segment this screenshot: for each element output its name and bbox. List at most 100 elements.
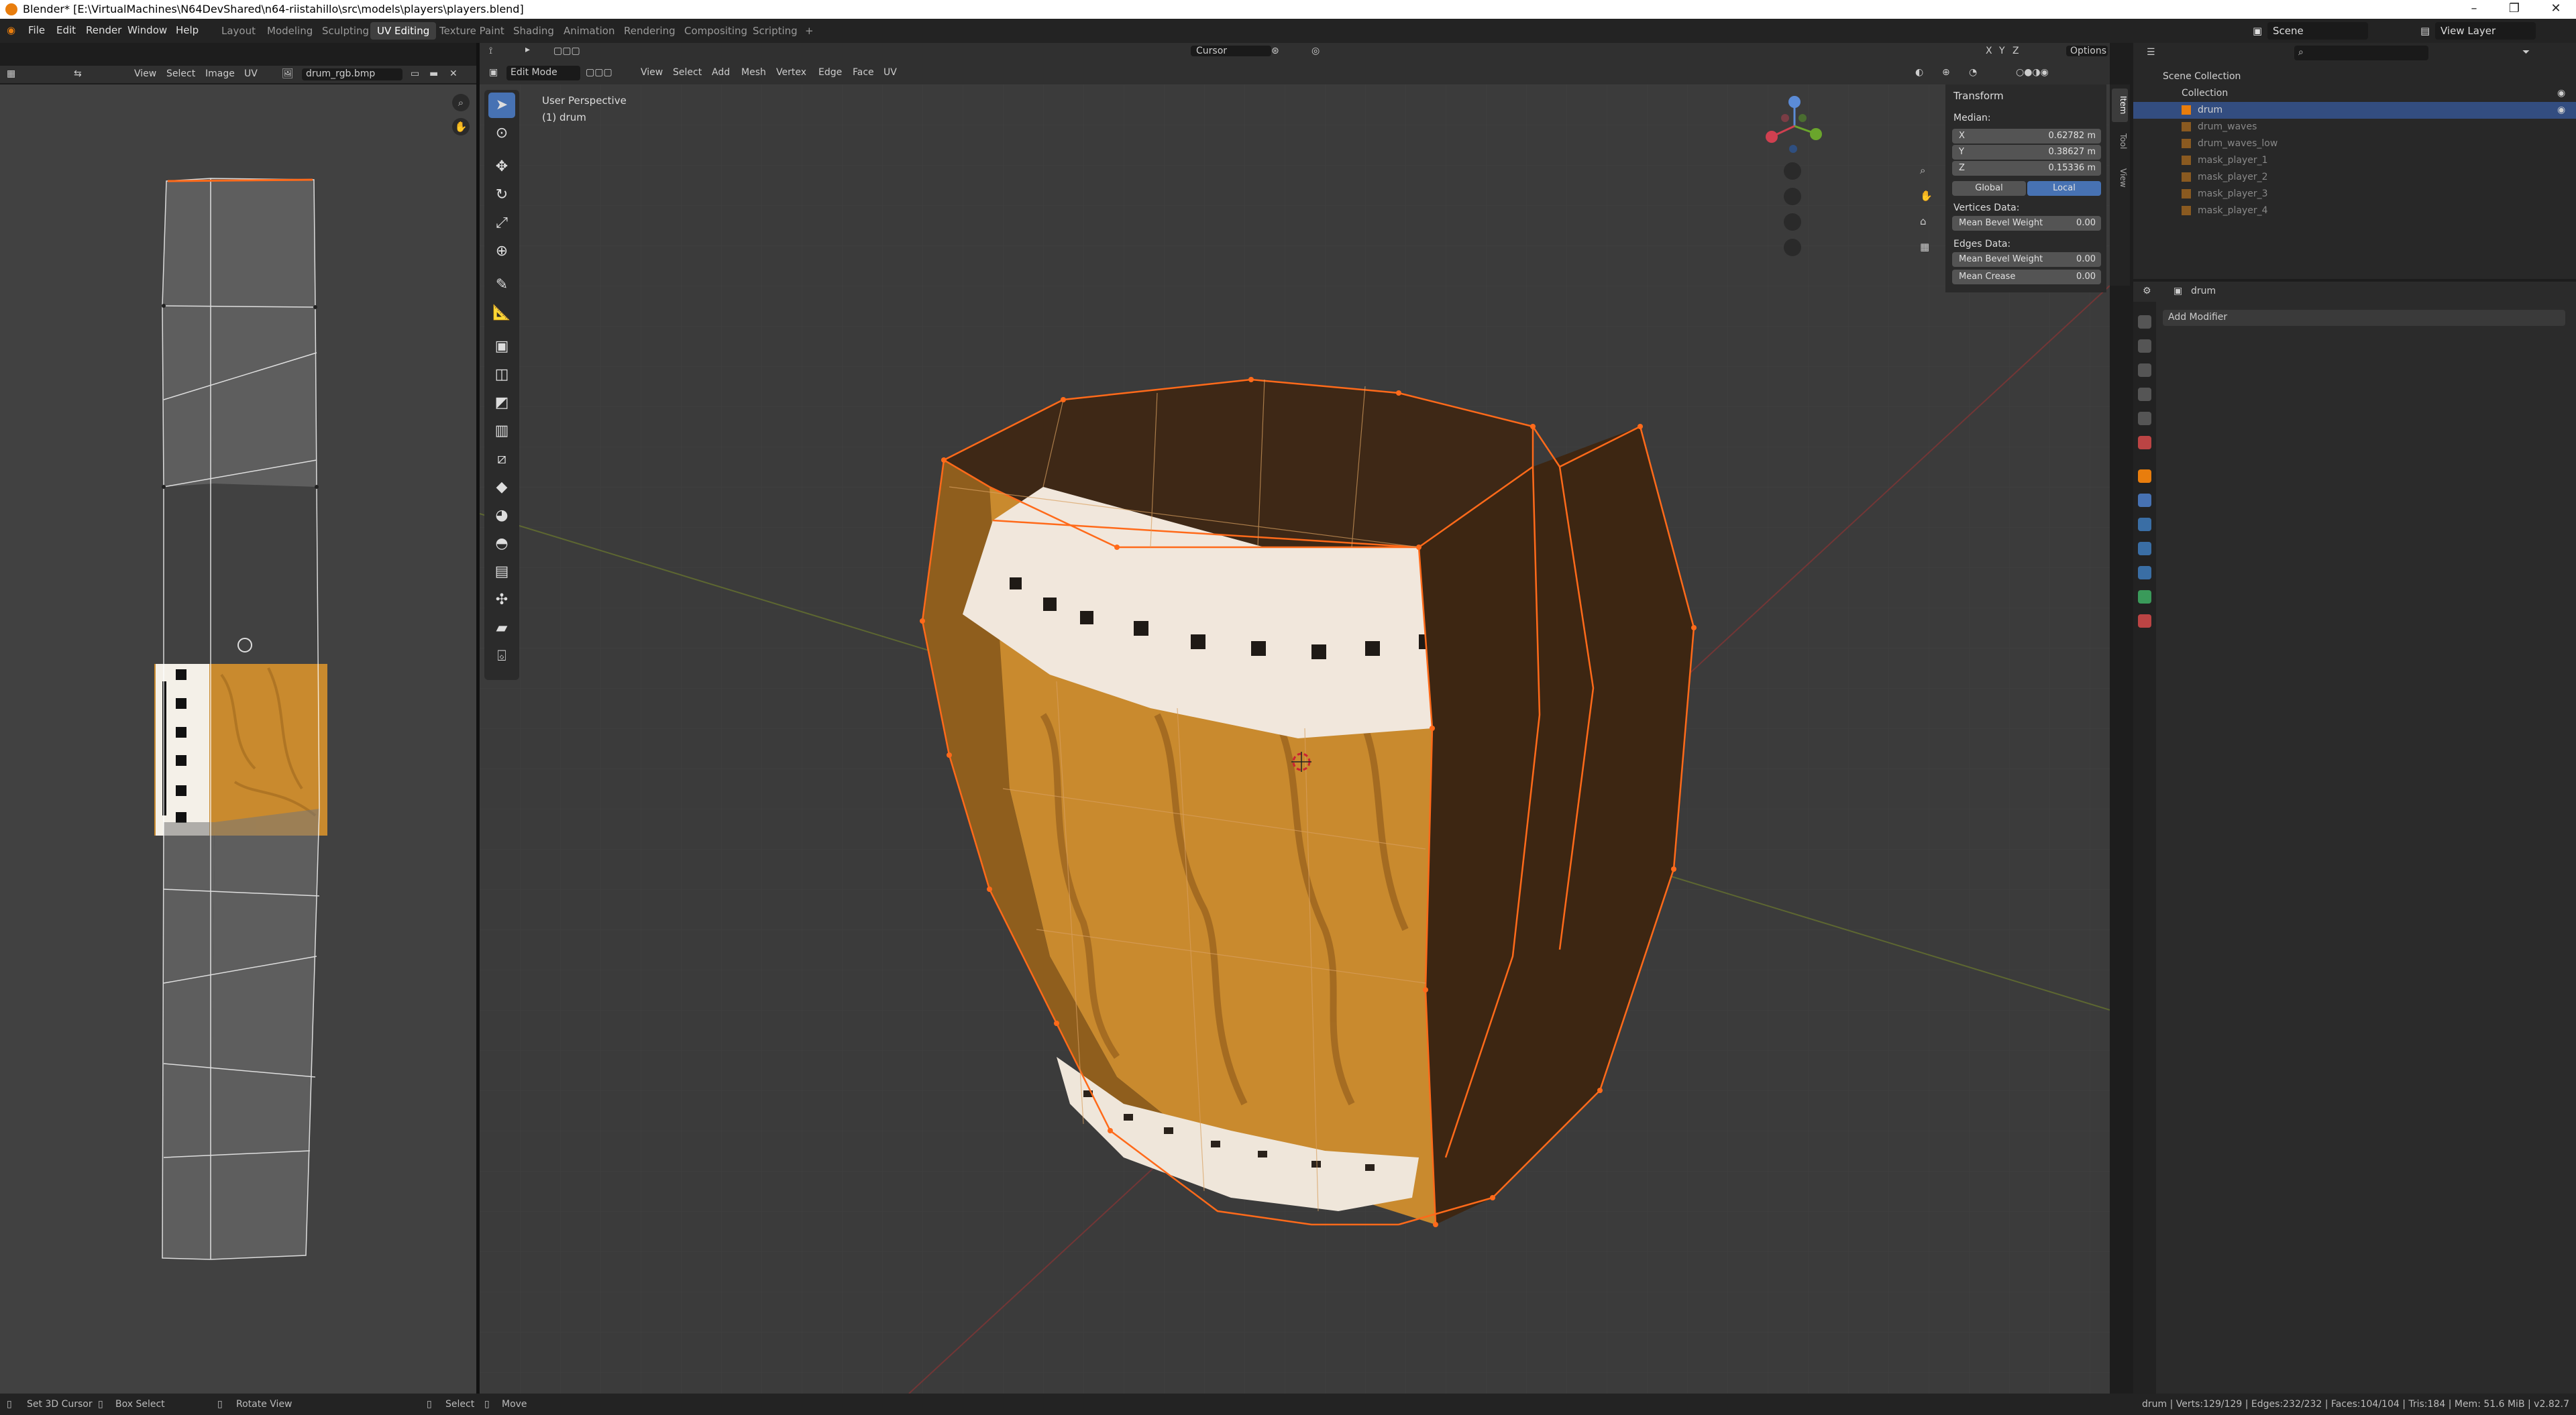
outliner-editor-icon[interactable]: ☰ xyxy=(2147,47,2155,58)
add-workspace-button[interactable]: + xyxy=(798,22,820,40)
select-box-tool-icon[interactable]: ➤ xyxy=(488,93,515,118)
mean-bevel-weight-vertex-field[interactable]: Mean Bevel Weight 0.00 xyxy=(1952,216,2101,231)
tab-sculpting[interactable]: Sculpting xyxy=(315,22,376,40)
tab-modeling[interactable]: Modeling xyxy=(260,22,319,40)
view-layer-tab-icon[interactable] xyxy=(2138,388,2151,401)
object-tab-icon[interactable] xyxy=(2138,469,2151,483)
ortho-toggle-icon[interactable]: ▦ xyxy=(1920,241,1929,253)
pan-hand-icon[interactable]: ✋ xyxy=(1920,190,1933,202)
options-dropdown[interactable]: Options xyxy=(2066,46,2108,56)
axis-x[interactable]: X xyxy=(1986,46,1992,56)
scene-selector[interactable]: Scene xyxy=(2267,22,2368,40)
shading-modes-icon[interactable]: ○●◑◉ xyxy=(2016,67,2049,78)
tab-layout[interactable]: Layout xyxy=(215,22,262,40)
axis-y[interactable]: Y xyxy=(1999,46,2005,56)
zoom-icon[interactable]: ⌕ xyxy=(452,94,470,111)
poly-build-tool-icon[interactable]: ◆ xyxy=(488,475,515,500)
menu-help[interactable]: Help xyxy=(176,24,199,36)
uv-editor-canvas[interactable]: ⌕ ✋ xyxy=(0,84,476,1394)
outliner-item[interactable]: mask_player_2 xyxy=(2133,169,2576,186)
menu-window[interactable]: Window xyxy=(127,24,167,36)
knife-tool-icon[interactable]: ⧄ xyxy=(488,447,515,472)
mesh-select-mode-icon[interactable]: ▢▢▢ xyxy=(586,67,612,78)
local-toggle[interactable]: Local xyxy=(2027,181,2101,196)
select-mode-icon[interactable]: ▢▢▢ xyxy=(553,46,580,56)
tab-texture-paint[interactable]: Texture Paint xyxy=(433,22,511,40)
gizmo-toggle-icon[interactable]: ⊕ xyxy=(1942,67,1950,78)
mean-bevel-weight-edge-field[interactable]: Mean Bevel Weight 0.00 xyxy=(1952,252,2101,267)
2d-cursor-icon[interactable] xyxy=(237,638,252,653)
editor-type-icon[interactable]: ▦ xyxy=(7,68,15,79)
scale-tool-icon[interactable]: ⤢ xyxy=(488,211,515,236)
uv-menu-view[interactable]: View xyxy=(134,68,156,79)
rotate-tool-icon[interactable]: ↻ xyxy=(488,182,515,208)
rip-tool-icon[interactable]: ⌺ xyxy=(488,644,515,669)
menu-edit[interactable]: Edit xyxy=(56,24,76,36)
tab-rendering[interactable]: Rendering xyxy=(617,22,682,40)
median-y-field[interactable]: Y 0.38627 m xyxy=(1952,145,2101,160)
tab-compositing[interactable]: Compositing xyxy=(678,22,754,40)
outliner-scene-collection[interactable]: Scene Collection xyxy=(2133,68,2576,85)
vp-menu-edge[interactable]: Edge xyxy=(818,67,842,78)
transform-tool-icon[interactable]: ⊕ xyxy=(488,239,515,264)
edge-slide-tool-icon[interactable]: ▤ xyxy=(488,559,515,585)
physics-tab-icon[interactable] xyxy=(2138,542,2151,555)
move-tool-icon[interactable]: ✥ xyxy=(488,154,515,180)
open-image-icon[interactable]: ▬ xyxy=(429,68,438,79)
vp-menu-view[interactable]: View xyxy=(641,67,663,78)
zoom-icon[interactable]: ⌕ xyxy=(1920,164,1925,176)
vp-menu-face[interactable]: Face xyxy=(853,67,874,78)
tab-item[interactable]: Item xyxy=(2112,89,2128,122)
restore-icon[interactable]: ❐ xyxy=(2504,1,2524,15)
eye-icon[interactable]: ◉ xyxy=(2557,105,2565,115)
proportional-icon[interactable]: ◎ xyxy=(1311,46,1320,56)
output-tab-icon[interactable] xyxy=(2138,363,2151,377)
uv-sync-icon[interactable]: ⇆ xyxy=(74,68,82,79)
render-tab-icon[interactable] xyxy=(2138,339,2151,353)
add-modifier-button[interactable]: Add Modifier xyxy=(2163,310,2565,326)
new-image-icon[interactable]: ▭ xyxy=(411,68,419,79)
global-toggle[interactable]: Global xyxy=(1952,181,2026,196)
tool-tab-icon[interactable] xyxy=(2138,315,2151,329)
outliner-collection[interactable]: Collection ◉ xyxy=(2133,85,2576,102)
transform-panel-title[interactable]: Transform xyxy=(1953,90,2004,102)
uv-menu-uv[interactable]: UV xyxy=(244,68,258,79)
snap-icon[interactable]: ⊛ xyxy=(1271,46,1279,56)
tab-animation[interactable]: Animation xyxy=(557,22,621,40)
3d-viewport[interactable] xyxy=(480,84,2110,1394)
vp-menu-uv[interactable]: UV xyxy=(883,67,897,78)
outliner-item-drum[interactable]: drum ◉ xyxy=(2133,102,2576,119)
world-tab-icon[interactable] xyxy=(2138,436,2151,449)
eye-icon[interactable]: ◉ xyxy=(2557,88,2565,99)
median-z-field[interactable]: Z 0.15336 m xyxy=(1952,161,2101,176)
mode-selector[interactable]: Edit Mode xyxy=(506,66,580,80)
particles-tab-icon[interactable] xyxy=(2138,518,2151,531)
overlay-toggle-icon[interactable]: ◔ xyxy=(1969,67,1977,78)
extrude-tool-icon[interactable]: ▣ xyxy=(488,334,515,359)
scene-tab-icon[interactable] xyxy=(2138,412,2151,425)
vp-menu-add[interactable]: Add xyxy=(712,67,730,78)
camera-view-icon[interactable]: ⌂ xyxy=(1920,215,1927,227)
cursor-tool-icon[interactable]: ⊙ xyxy=(488,121,515,146)
menu-render[interactable]: Render xyxy=(86,24,121,36)
filter-icon[interactable]: ⏷ xyxy=(2522,47,2530,58)
close-image-icon[interactable]: ✕ xyxy=(449,68,458,79)
view-layer-selector[interactable]: View Layer xyxy=(2435,22,2536,40)
measure-tool-icon[interactable]: 📐 xyxy=(488,300,515,326)
material-tab-icon[interactable] xyxy=(2138,614,2151,628)
close-icon[interactable]: ✕ xyxy=(2546,1,2566,15)
tab-view[interactable]: View xyxy=(2112,161,2128,194)
minimize-icon[interactable]: – xyxy=(2464,1,2484,15)
bevel-tool-icon[interactable]: ◩ xyxy=(488,390,515,416)
viewport-visibility-icon[interactable]: ◐ xyxy=(1915,67,1923,78)
select-tool-icon[interactable]: ▸ xyxy=(525,44,530,55)
image-name-field[interactable]: drum_rgb.bmp xyxy=(302,68,402,80)
outliner-item[interactable]: mask_player_3 xyxy=(2133,186,2576,203)
outliner-search-input[interactable]: ⌕ xyxy=(2294,46,2428,60)
tab-scripting[interactable]: Scripting xyxy=(746,22,804,40)
editor-type-icon[interactable]: ⟟ xyxy=(489,46,492,56)
outliner-item[interactable]: mask_player_4 xyxy=(2133,203,2576,219)
inset-tool-icon[interactable]: ◫ xyxy=(488,362,515,388)
blender-menu-icon[interactable]: ◉ xyxy=(7,24,15,36)
outliner-item[interactable]: drum_waves_low xyxy=(2133,135,2576,152)
